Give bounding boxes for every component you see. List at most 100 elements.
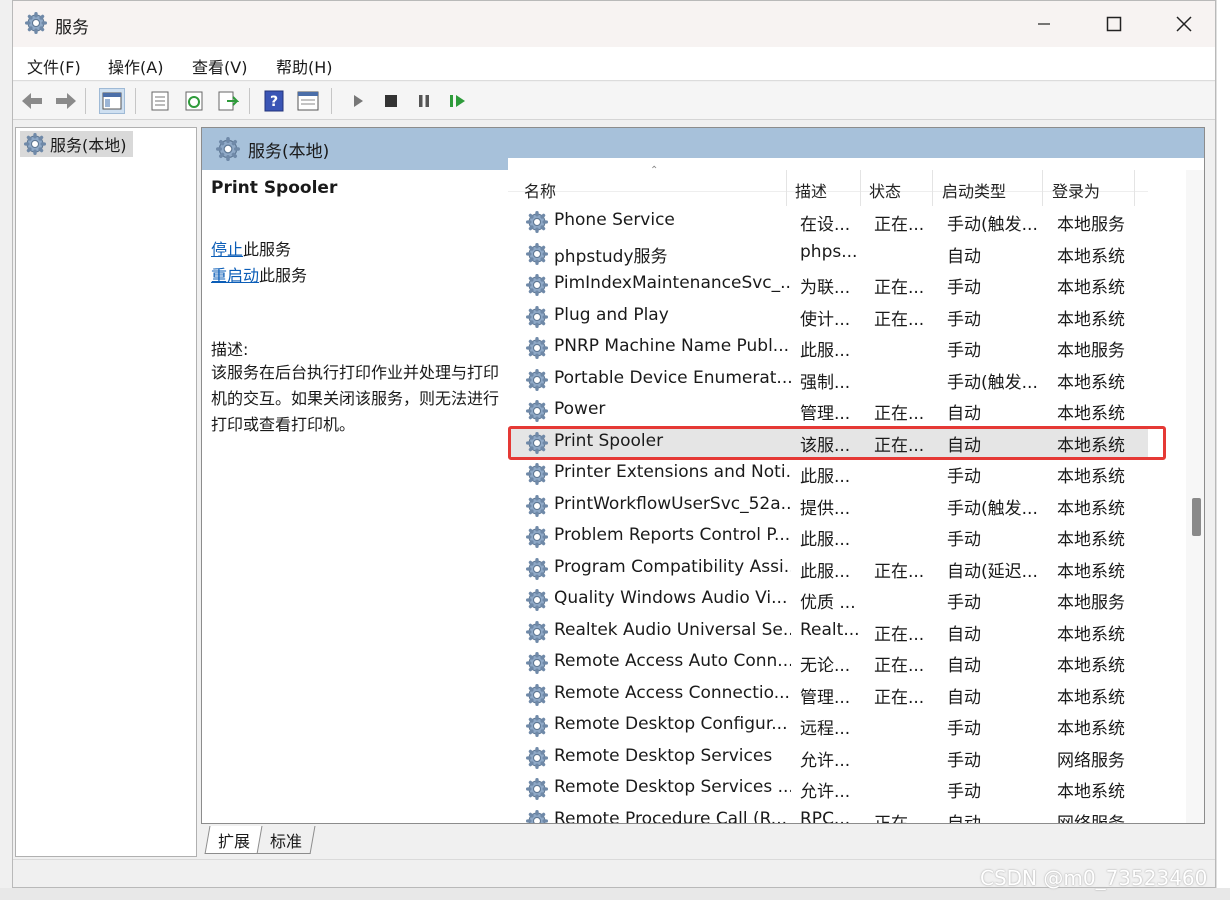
service-row[interactable]: PrintWorkflowUserSvc_52a... 提供... 手动(触发...…: [508, 490, 1148, 522]
service-logon-as: 本地系统: [1057, 782, 1125, 802]
service-desc: phps...: [800, 241, 858, 262]
service-row[interactable]: Power 管理... 正在... 自动 本地系统: [508, 395, 1148, 427]
maximize-button[interactable]: [1079, 1, 1149, 47]
vertical-scrollbar[interactable]: [1186, 170, 1204, 823]
tree-item-services-local[interactable]: 服务(本地): [20, 131, 133, 157]
service-startup-type: 手动: [947, 467, 981, 487]
column-divider[interactable]: [1042, 170, 1043, 206]
service-desc: 远程...: [800, 719, 851, 739]
service-row[interactable]: Remote Access Connectio... 管理... 正在... 自动 本地…: [508, 679, 1148, 711]
view-icon[interactable]: [295, 88, 321, 114]
service-desc: 无论...: [800, 656, 851, 676]
service-status: 正在...: [874, 215, 925, 235]
service-row[interactable]: phpstudy服务 phps... 自动 本地系统: [508, 238, 1148, 270]
column-header-name[interactable]: 名称: [524, 178, 556, 202]
service-name: Printer Extensions and Noti...: [554, 462, 791, 482]
menu-action[interactable]: 操作(A): [108, 54, 163, 78]
tab-extended[interactable]: 扩展: [204, 826, 264, 854]
service-row[interactable]: Program Compatibility Assi... 此服... 正在... 自…: [508, 553, 1148, 585]
service-desc: RPC...: [800, 808, 851, 824]
refresh-icon[interactable]: [181, 88, 207, 114]
service-name: Remote Desktop Services: [554, 745, 773, 766]
menu-view[interactable]: 查看(V): [192, 54, 247, 78]
service-logon-as: 本地系统: [1057, 530, 1125, 550]
scrollbar-thumb[interactable]: [1192, 498, 1201, 536]
service-row[interactable]: Realtek Audio Universal Se... Realt... 正在.…: [508, 616, 1148, 648]
service-desc: 在设...: [800, 215, 851, 235]
service-status: 正在...: [874, 624, 925, 645]
stop-service-icon[interactable]: [378, 88, 404, 114]
minimize-button[interactable]: [1009, 1, 1079, 47]
start-service-icon[interactable]: [345, 88, 371, 114]
service-desc: 此服...: [800, 467, 851, 487]
service-row[interactable]: Portable Device Enumerat... 强制... 手动(触发...…: [508, 364, 1148, 396]
show-hide-tree-icon[interactable]: [99, 88, 125, 114]
service-gear-icon: [526, 683, 548, 706]
service-desc: 此服...: [800, 341, 851, 361]
service-status: 正在...: [874, 278, 925, 298]
stop-service-link[interactable]: 停止: [211, 240, 243, 259]
service-row[interactable]: Remote Procedure Call (R... RPC... 正在... 自动…: [508, 805, 1148, 824]
column-header-logon-as[interactable]: 登录为: [1052, 178, 1100, 202]
column-divider[interactable]: [786, 170, 787, 206]
service-row[interactable]: Remote Desktop Configur... 远程... 手动 本地系统: [508, 710, 1148, 742]
services-main-pane: 服务(本地) Print Spooler 停止此服务 重启动此服务 描述: 该服…: [201, 127, 1205, 824]
service-row[interactable]: Printer Extensions and Noti... 此服... 手动 本地系…: [508, 458, 1148, 490]
help-icon[interactable]: ?: [261, 88, 287, 114]
service-startup-type: 手动: [947, 341, 981, 361]
service-logon-as: 本地系统: [1057, 656, 1125, 676]
properties-icon[interactable]: [147, 88, 173, 114]
service-row[interactable]: Quality Windows Audio Vi... 优质 ... 手动 本地服务: [508, 584, 1148, 616]
menu-help[interactable]: 帮助(H): [276, 54, 333, 78]
service-gear-icon: [526, 305, 548, 328]
forward-icon[interactable]: [53, 88, 79, 114]
selected-service-name: Print Spooler: [211, 178, 338, 198]
menu-file[interactable]: 文件(F): [27, 54, 81, 78]
service-gear-icon: [526, 274, 548, 296]
service-row[interactable]: Remote Desktop Services ... 允许... 手动 本地系统: [508, 773, 1148, 805]
service-startup-type: 自动: [947, 656, 981, 676]
stop-service-row: 停止此服务: [211, 236, 291, 260]
column-divider[interactable]: [860, 170, 861, 206]
service-row[interactable]: Problem Reports Control P... 此服... 手动 本地系统: [508, 521, 1148, 553]
column-header-startup-type[interactable]: 启动类型: [942, 178, 1006, 202]
service-row[interactable]: Remote Access Auto Conn... 无论... 正在... 自动 本地…: [508, 647, 1148, 679]
window-title: 服务: [55, 18, 89, 38]
service-row[interactable]: Plug and Play 使计... 正在... 手动 本地系统: [508, 301, 1148, 333]
back-icon[interactable]: [19, 88, 45, 114]
service-status: 正在...: [874, 309, 925, 330]
service-startup-type: 手动: [947, 278, 981, 298]
export-list-icon[interactable]: [215, 88, 241, 114]
pause-service-icon[interactable]: [411, 88, 437, 114]
service-row[interactable]: Remote Desktop Services 允许... 手动 网络服务: [508, 742, 1148, 774]
service-desc: 提供...: [800, 498, 851, 519]
service-name: Remote Access Connectio...: [554, 682, 790, 703]
service-startup-type: 手动(触发...: [947, 498, 1038, 519]
sort-ascending-icon: ⌃: [650, 165, 659, 176]
service-gear-icon: [526, 368, 548, 391]
toolbar: ?: [13, 82, 1215, 120]
service-logon-as: 网络服务: [1057, 750, 1125, 771]
service-desc: 管理...: [800, 687, 851, 708]
service-name: Portable Device Enumerat...: [554, 367, 791, 388]
service-row[interactable]: PNRP Machine Name Publ... 此服... 手动 本地服务: [508, 332, 1148, 364]
tree-item-label: 服务(本地): [50, 136, 127, 155]
service-logon-as: 本地系统: [1057, 687, 1125, 708]
restart-service-link[interactable]: 重启动: [211, 266, 259, 285]
column-header-status[interactable]: 状态: [869, 178, 901, 202]
service-startup-type: 自动: [947, 246, 981, 267]
service-logon-as: 本地系统: [1057, 498, 1125, 519]
service-row[interactable]: PimIndexMaintenanceSvc_... 为联... 正在... 手动 本地…: [508, 269, 1148, 301]
service-logon-as: 本地系统: [1057, 372, 1125, 393]
console-tree-pane: 服务(本地): [15, 127, 197, 857]
service-row[interactable]: Phone Service 在设... 正在... 手动(触发... 本地服务: [508, 206, 1148, 238]
close-button[interactable]: [1149, 1, 1219, 47]
column-header-desc[interactable]: 描述: [795, 178, 827, 202]
service-logon-as: 本地系统: [1057, 404, 1125, 424]
column-divider[interactable]: [1134, 170, 1135, 206]
column-divider[interactable]: [932, 170, 933, 206]
tab-standard[interactable]: 标准: [256, 826, 316, 854]
title-bar[interactable]: 服务: [13, 1, 1215, 47]
services-header-icon: [216, 137, 240, 161]
resume-service-icon[interactable]: [445, 88, 471, 114]
